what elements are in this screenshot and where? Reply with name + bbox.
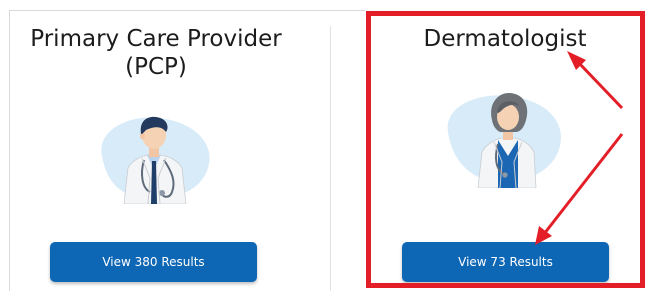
card-border-top <box>9 10 365 11</box>
card-divider <box>330 26 331 291</box>
view-pcp-results-button[interactable]: View 380 Results <box>50 242 257 282</box>
card-title-pcp: Primary Care Provider (PCP) <box>30 26 282 80</box>
female-doctor-illustration <box>447 92 561 188</box>
arrow-to-title <box>567 51 624 110</box>
male-doctor-illustration <box>101 116 210 204</box>
card-title-dermatologist: Dermatologist <box>423 26 587 52</box>
view-dermatologist-results-button[interactable]: View 73 Results <box>402 242 609 282</box>
card-border-left <box>9 10 10 291</box>
